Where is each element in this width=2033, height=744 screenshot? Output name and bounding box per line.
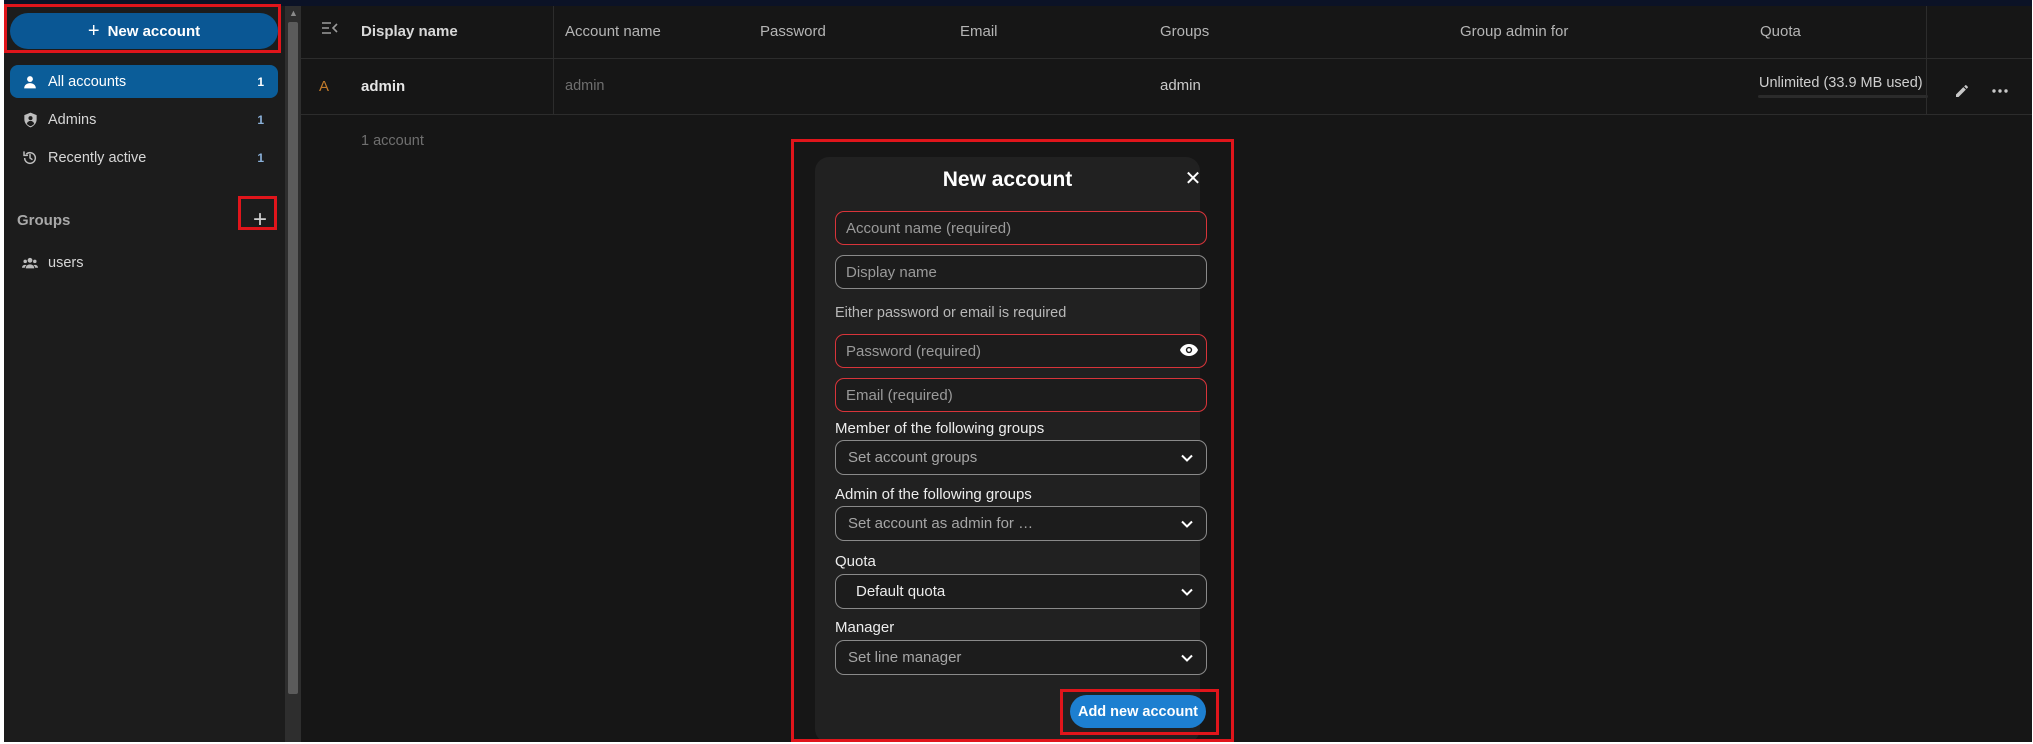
display-name-field[interactable] <box>835 255 1207 289</box>
admin-groups-label: Admin of the following groups <box>835 486 1032 503</box>
more-options-icon[interactable] <box>1989 80 2011 102</box>
sidebar-item-label: users <box>48 254 84 271</box>
sidebar-item-recently-active[interactable]: Recently active 1 <box>10 141 278 174</box>
column-header-password: Password <box>760 23 826 40</box>
column-header-group-admin-for: Group admin for <box>1460 23 1569 40</box>
new-account-button[interactable]: + New account <box>10 13 278 49</box>
manager-select-placeholder: Set line manager <box>848 649 962 666</box>
manager-select[interactable]: Set line manager <box>835 640 1207 675</box>
email-field[interactable] <box>835 378 1207 412</box>
sidebar-item-label: All accounts <box>48 73 127 90</box>
display-name-input[interactable] <box>846 263 1196 281</box>
groups-select-placeholder: Set account groups <box>848 449 978 466</box>
new-account-dialog: New account ✕ Either password or email i… <box>815 157 1207 742</box>
sidebar-item-all-accounts[interactable]: All accounts 1 <box>10 65 278 98</box>
chevron-down-icon <box>1181 588 1193 596</box>
chevron-down-icon <box>1181 654 1193 662</box>
admin-groups-select-placeholder: Set account as admin for … <box>848 515 1034 532</box>
scrollbar-thumb[interactable] <box>288 22 298 694</box>
quota-select[interactable]: Default quota <box>835 574 1207 609</box>
quota-select-value: Default quota <box>856 583 946 600</box>
email-input[interactable] <box>846 386 1196 404</box>
groups-heading: Groups <box>17 212 71 229</box>
plus-icon: + <box>87 20 100 42</box>
sidebar-item-admins[interactable]: Admins 1 <box>10 103 278 136</box>
account-group-icon <box>22 255 38 271</box>
sidebar-item-label: Admins <box>48 111 97 128</box>
chevron-down-icon <box>1181 454 1193 462</box>
column-header-display-name[interactable]: Display name <box>361 23 458 40</box>
column-header-groups: Groups <box>1160 23 1210 40</box>
sidebar-scrollbar[interactable]: ▲ <box>285 6 301 742</box>
dialog-title: New account <box>942 168 1073 191</box>
row-quota-text: Unlimited (33.9 MB used) <box>1759 75 1923 91</box>
sidebar-item-count: 1 <box>257 112 264 127</box>
quota-label: Quota <box>835 553 876 570</box>
row-divider <box>301 114 2032 115</box>
groups-label: Member of the following groups <box>835 420 1045 437</box>
column-header-email: Email <box>960 23 998 40</box>
account-count: 1 account <box>361 133 424 149</box>
close-icon[interactable]: ✕ <box>1183 169 1203 189</box>
history-icon <box>22 150 38 166</box>
account-name-field[interactable] <box>835 211 1207 245</box>
quota-progress-bar <box>1758 95 1928 98</box>
column-header-account-name: Account name <box>565 23 661 40</box>
scroll-up-arrow-icon[interactable]: ▲ <box>289 9 298 18</box>
password-input[interactable] <box>846 342 1196 360</box>
sidebar-item-count: 1 <box>257 150 264 165</box>
shield-account-icon <box>22 112 38 128</box>
row-display-name: admin <box>361 78 406 95</box>
toggle-navigation-icon[interactable] <box>321 20 341 38</box>
account-icon <box>22 74 38 90</box>
sidebar: + New account All accounts 1 Admins 1 Re… <box>4 6 285 742</box>
avatar: A <box>319 78 330 95</box>
eye-icon[interactable] <box>1180 343 1198 359</box>
plus-icon: + <box>252 206 267 233</box>
column-header-quota: Quota <box>1760 23 1801 40</box>
app-window: + New account All accounts 1 Admins 1 Re… <box>4 0 2032 742</box>
edit-pencil-icon[interactable] <box>1951 80 1973 102</box>
row-account-name: admin <box>565 78 605 94</box>
groups-select[interactable]: Set account groups <box>835 440 1207 475</box>
row-groups: admin <box>1160 77 1201 94</box>
new-account-label: New account <box>107 22 201 40</box>
sidebar-item-group-users[interactable]: users <box>10 246 278 279</box>
password-field[interactable] <box>835 334 1207 368</box>
sidebar-item-label: Recently active <box>48 149 147 166</box>
sidebar-item-count: 1 <box>257 74 264 89</box>
add-new-account-button[interactable]: Add new account <box>1070 695 1206 728</box>
add-group-button[interactable]: + <box>244 203 276 237</box>
header-divider <box>301 58 2032 59</box>
column-divider <box>553 6 554 114</box>
manager-label: Manager <box>835 619 895 636</box>
chevron-down-icon <box>1181 520 1193 528</box>
admin-groups-select[interactable]: Set account as admin for … <box>835 506 1207 541</box>
account-name-input[interactable] <box>846 219 1196 237</box>
password-hint: Either password or email is required <box>835 305 1067 321</box>
